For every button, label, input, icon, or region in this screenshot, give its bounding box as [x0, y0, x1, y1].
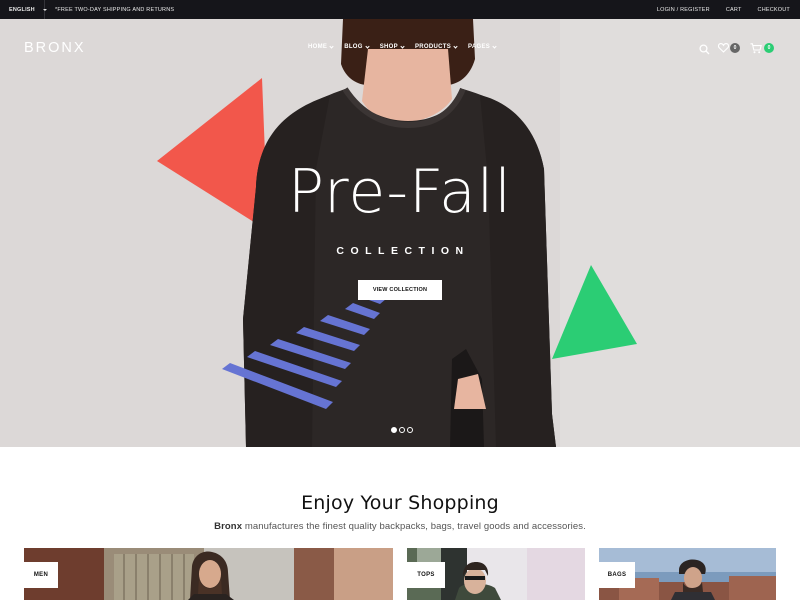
section-title: Enjoy Your Shopping: [301, 492, 499, 514]
section-description: Bronx manufactures the finest quality ba…: [0, 521, 800, 532]
chevron-down-icon: [400, 43, 405, 49]
cart-link[interactable]: CART: [726, 7, 742, 13]
hero-subtitle: COLLECTION: [336, 245, 470, 257]
nav-products-label: PRODUCTS: [414, 44, 452, 50]
slider-dot-1[interactable]: [391, 427, 397, 433]
cart-button[interactable]: 0: [750, 41, 776, 55]
search-icon[interactable]: [699, 44, 710, 55]
wishlist-count-badge: 0: [730, 43, 740, 53]
promo-text: *FREE TWO-DAY SHIPPING AND RETURNS: [55, 6, 175, 13]
brand-name: Bronx: [214, 521, 243, 532]
nav-shop-label: SHOP: [379, 44, 398, 50]
heart-icon: [718, 43, 729, 53]
category-tile-tops[interactable]: TOPS: [407, 548, 585, 600]
logo[interactable]: BRONX: [24, 40, 86, 56]
slider-dot-2[interactable]: [399, 427, 405, 433]
description-text: manufactures the finest quality backpack…: [242, 521, 586, 532]
slider-dot-3[interactable]: [407, 427, 413, 433]
nav-products[interactable]: PRODUCTS: [414, 43, 458, 50]
caret-down-icon: [42, 8, 47, 11]
language-label: ENGLISH: [9, 6, 35, 13]
site-header: BRONX HOME BLOG SHOP PRODUCTS PAGES 0 0: [0, 19, 800, 79]
nav-home-label: HOME: [308, 44, 328, 50]
nav-shop[interactable]: SHOP: [379, 43, 405, 50]
top-bar: ENGLISH *FREE TWO-DAY SHIPPING AND RETUR…: [0, 0, 800, 19]
cart-icon: [750, 43, 762, 54]
hero-image: [157, 19, 800, 447]
hero-title: Pre-Fall: [287, 157, 513, 227]
nav-blog-label: BLOG: [344, 44, 363, 50]
main-nav: HOME BLOG SHOP PRODUCTS PAGES: [308, 43, 497, 50]
account-links: LOGIN / REGISTER CART CHECKOUT: [657, 0, 790, 19]
category-label-bags: BAGS: [599, 562, 635, 588]
men-category-image: [24, 548, 393, 600]
checkout-link[interactable]: CHECKOUT: [758, 7, 790, 13]
slider-dots: [391, 427, 413, 433]
chevron-down-icon: [329, 43, 334, 49]
category-label-tops: TOPS: [407, 562, 445, 588]
hero-slider: Pre-Fall COLLECTION VIEW COLLECTION: [0, 19, 800, 447]
category-tile-bags[interactable]: BAGS: [599, 548, 776, 600]
language-selector[interactable]: ENGLISH: [0, 0, 47, 19]
chevron-down-icon: [365, 43, 370, 49]
nav-pages-label: PAGES: [468, 44, 491, 50]
view-collection-button[interactable]: VIEW COLLECTION: [358, 280, 442, 300]
category-tile-men[interactable]: MEN: [24, 548, 393, 600]
nav-blog[interactable]: BLOG: [344, 43, 370, 50]
category-label-men: MEN: [24, 562, 58, 588]
wishlist-button[interactable]: 0: [718, 41, 742, 55]
chevron-down-icon: [453, 43, 458, 49]
chevron-down-icon: [492, 43, 497, 49]
nav-home[interactable]: HOME: [308, 43, 334, 50]
login-register-link[interactable]: LOGIN / REGISTER: [657, 7, 710, 13]
cart-count-badge: 0: [764, 43, 774, 53]
nav-pages[interactable]: PAGES: [468, 43, 497, 50]
